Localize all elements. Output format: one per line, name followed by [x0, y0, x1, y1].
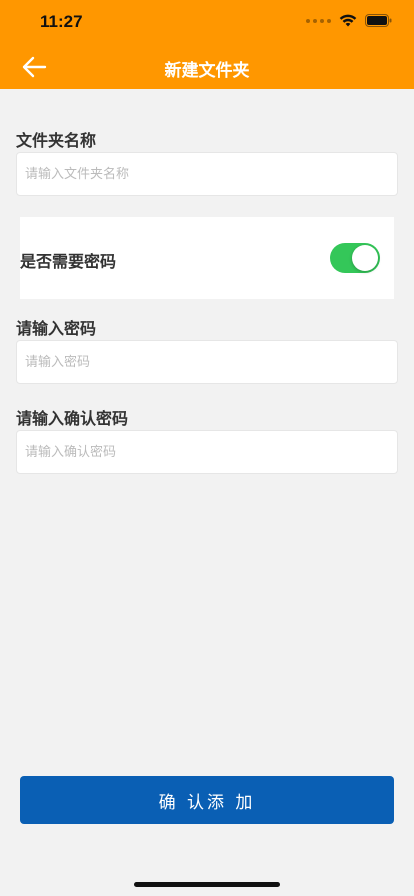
home-indicator — [134, 882, 280, 887]
toggle-knob — [352, 245, 378, 271]
signal-icon — [306, 18, 331, 23]
confirm-password-label: 请输入确认密码 — [16, 409, 129, 428]
password-input[interactable] — [16, 340, 398, 384]
nav-bar: 新建文件夹 — [0, 44, 414, 89]
password-label: 请输入密码 — [16, 319, 97, 338]
password-toggle-switch[interactable] — [330, 243, 380, 273]
confirm-password-input[interactable] — [16, 430, 398, 474]
wifi-icon — [339, 14, 357, 27]
folder-name-input[interactable] — [16, 152, 398, 196]
status-bar: 11:27 — [0, 0, 414, 44]
password-toggle-label: 是否需要密码 — [20, 252, 117, 271]
folder-name-label: 文件夹名称 — [16, 131, 97, 150]
battery-icon — [365, 14, 392, 27]
app-header: 11:27 新建文件夹 — [0, 0, 414, 89]
status-time: 11:27 — [40, 12, 83, 31]
password-toggle-row: 是否需要密码 — [20, 217, 394, 299]
status-icons — [306, 14, 392, 27]
confirm-add-button[interactable]: 确 认添 加 — [20, 776, 394, 824]
page-title: 新建文件夹 — [164, 61, 250, 81]
